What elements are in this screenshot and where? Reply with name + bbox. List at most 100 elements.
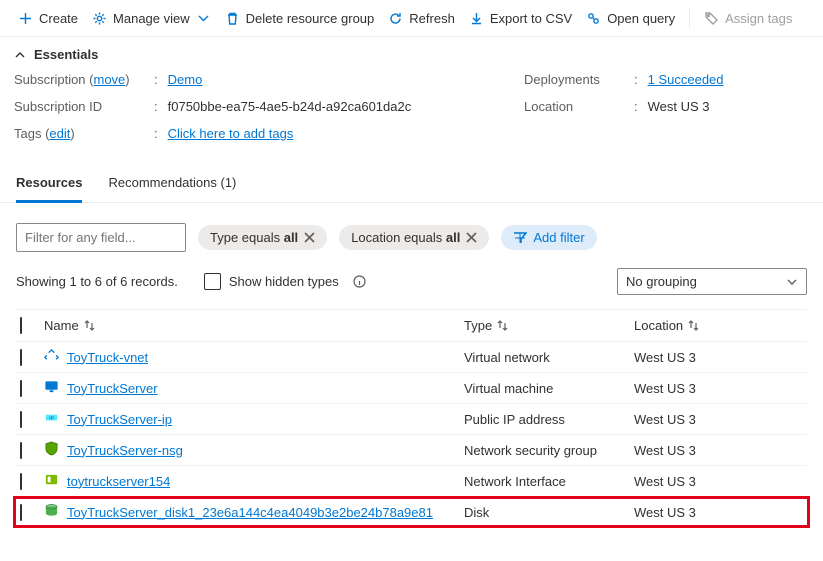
col-location[interactable]: Location — [634, 318, 807, 333]
manage-view-label: Manage view — [113, 11, 190, 26]
resource-location: West US 3 — [634, 412, 807, 427]
resource-type: Disk — [464, 505, 634, 520]
delete-rg-button[interactable]: Delete resource group — [225, 11, 375, 26]
subscription-id-value: f0750bbe-ea75-4ae5-b24d-a92ca601da2c — [168, 99, 412, 114]
filter-pill-type[interactable]: Type equals all — [198, 225, 327, 250]
row-checkbox[interactable] — [20, 349, 22, 366]
resource-link[interactable]: toytruckserver154 — [67, 474, 170, 489]
row-checkbox[interactable] — [20, 473, 22, 490]
chevron-down-icon — [196, 11, 211, 26]
row-checkbox[interactable] — [20, 442, 22, 459]
create-label: Create — [39, 11, 78, 26]
subscription-id-label: Subscription ID — [14, 99, 154, 114]
sort-icon — [687, 319, 700, 332]
location-label: Location — [524, 99, 634, 114]
resources-table: Name Type Location ToyTruck-vnet Virtual … — [0, 305, 823, 538]
resource-location: West US 3 — [634, 381, 807, 396]
resource-location: West US 3 — [634, 474, 807, 489]
vnet-icon — [44, 348, 59, 366]
resource-link[interactable]: ToyTruckServer — [67, 381, 158, 396]
subscription-label: Subscription (move) — [14, 72, 154, 87]
grouping-label: No grouping — [626, 274, 697, 289]
deployments-link[interactable]: 1 Succeeded — [648, 72, 724, 87]
open-query-label: Open query — [607, 11, 675, 26]
sort-icon — [83, 319, 96, 332]
table-row: ToyTruckServer_disk1_23e6a144c4ea4049b3e… — [13, 496, 810, 528]
status-row: Showing 1 to 6 of 6 records. Show hidden… — [0, 262, 823, 305]
assign-tags-label: Assign tags — [725, 11, 792, 26]
gear-icon — [92, 11, 107, 26]
table-row: toytruckserver154 Network InterfaceWest U… — [16, 465, 807, 496]
filter-add-icon — [513, 231, 527, 245]
open-query-button[interactable]: Open query — [586, 11, 675, 26]
tags-add-link[interactable]: Click here to add tags — [168, 126, 294, 141]
tabs: Resources Recommendations (1) — [0, 153, 823, 203]
toolbar: Create Manage view Delete resource group… — [0, 0, 823, 37]
manage-view-button[interactable]: Manage view — [92, 11, 211, 26]
close-icon[interactable] — [304, 232, 315, 243]
show-hidden-checkbox[interactable]: Show hidden types — [204, 273, 366, 290]
resource-type: Network security group — [464, 443, 634, 458]
download-icon — [469, 11, 484, 26]
export-csv-button[interactable]: Export to CSV — [469, 11, 572, 26]
row-checkbox[interactable] — [20, 411, 22, 428]
show-hidden-label: Show hidden types — [229, 274, 339, 289]
resource-link[interactable]: ToyTruckServer-ip — [67, 412, 172, 427]
create-button[interactable]: Create — [18, 11, 78, 26]
sort-icon — [496, 319, 509, 332]
col-type[interactable]: Type — [464, 318, 634, 333]
tags-label: Tags (edit) — [14, 126, 154, 141]
essentials-toggle[interactable]: Essentials — [0, 37, 823, 70]
resource-link[interactable]: ToyTruckServer-nsg — [67, 443, 183, 458]
table-row: ToyTruck-vnet Virtual networkWest US 3 — [16, 341, 807, 372]
table-row: ToyTruckServer Virtual machineWest US 3 — [16, 372, 807, 403]
ip-icon: IP — [44, 410, 59, 428]
chevron-down-icon — [786, 276, 798, 288]
resource-type: Virtual network — [464, 350, 634, 365]
resource-location: West US 3 — [634, 350, 807, 365]
chevron-up-icon — [14, 49, 26, 61]
table-header: Name Type Location — [16, 309, 807, 341]
filter-bar: Type equals all Location equals all Add … — [0, 203, 823, 262]
nic-icon — [44, 472, 59, 490]
records-count: Showing 1 to 6 of 6 records. — [16, 274, 178, 289]
select-all-checkbox[interactable] — [20, 317, 22, 334]
resource-type: Virtual machine — [464, 381, 634, 396]
info-icon[interactable] — [353, 275, 366, 288]
grouping-select[interactable]: No grouping — [617, 268, 807, 295]
tag-icon — [704, 11, 719, 26]
subscription-link[interactable]: Demo — [168, 72, 203, 87]
refresh-icon — [388, 11, 403, 26]
vm-icon — [44, 379, 59, 397]
tab-recommendations[interactable]: Recommendations (1) — [108, 175, 236, 202]
plus-icon — [18, 11, 33, 26]
query-icon — [586, 11, 601, 26]
checkbox-icon — [204, 273, 221, 290]
row-checkbox[interactable] — [20, 380, 22, 397]
refresh-button[interactable]: Refresh — [388, 11, 455, 26]
col-name[interactable]: Name — [44, 318, 464, 333]
export-csv-label: Export to CSV — [490, 11, 572, 26]
essentials-panel: Subscription (move) :Demo Deployments :1… — [0, 70, 823, 153]
tab-resources[interactable]: Resources — [16, 175, 82, 203]
resource-location: West US 3 — [634, 443, 807, 458]
toolbar-separator — [689, 8, 690, 28]
row-checkbox[interactable] — [20, 504, 22, 521]
tags-edit-link[interactable]: edit — [49, 126, 70, 141]
filter-input[interactable] — [16, 223, 186, 252]
resource-location: West US 3 — [634, 505, 804, 520]
filter-pill-location[interactable]: Location equals all — [339, 225, 489, 250]
table-row: ToyTruckServer-nsg Network security group… — [16, 434, 807, 465]
resource-type: Network Interface — [464, 474, 634, 489]
deployments-label: Deployments — [524, 72, 634, 87]
resource-link[interactable]: ToyTruck-vnet — [67, 350, 148, 365]
assign-tags-button: Assign tags — [704, 11, 792, 26]
close-icon[interactable] — [466, 232, 477, 243]
subscription-move-link[interactable]: move — [94, 72, 126, 87]
add-filter-label: Add filter — [533, 230, 584, 245]
trash-icon — [225, 11, 240, 26]
resource-type: Public IP address — [464, 412, 634, 427]
svg-text:IP: IP — [49, 415, 53, 420]
resource-link[interactable]: ToyTruckServer_disk1_23e6a144c4ea4049b3e… — [67, 505, 433, 520]
add-filter-button[interactable]: Add filter — [501, 225, 596, 250]
